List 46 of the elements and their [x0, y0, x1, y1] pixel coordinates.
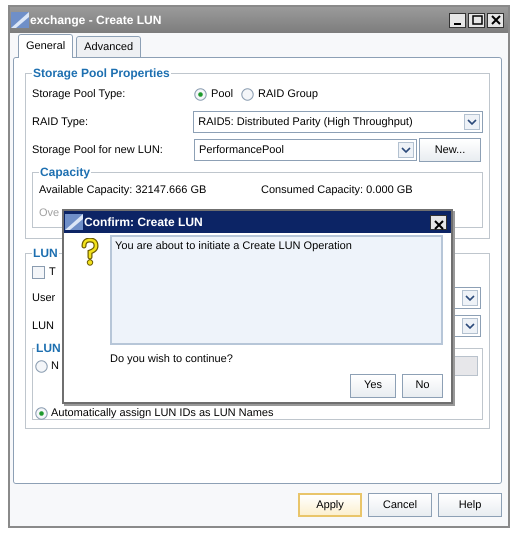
radio-button[interactable]: [241, 88, 254, 101]
group-title: Storage Pool Properties: [32, 67, 171, 80]
radio-button[interactable]: [194, 88, 207, 101]
field-label: RAID Type:: [32, 114, 90, 130]
prompt-text: Do you wish to continue?: [110, 352, 234, 367]
dialog-title: Confirm: Create LUN: [84, 214, 204, 231]
field-label: Ove: [39, 206, 60, 222]
field-label: Storage Pool for new LUN:: [32, 142, 164, 158]
group-title: LUN: [32, 247, 59, 260]
capacity-text: Available Capacity: 32147.666 GB: [39, 183, 208, 198]
app-icon: [10, 11, 30, 29]
combo-value: PerformancePool: [199, 142, 285, 158]
tab[interactable]: Advanced: [76, 36, 142, 57]
radio-button[interactable]: [35, 406, 48, 420]
dialog-button[interactable]: Cancel: [368, 493, 432, 517]
radio-label[interactable]: N: [51, 358, 59, 375]
raid-type-dropdown[interactable]: RAID5: Distributed Parity (High Throughput): [193, 111, 483, 134]
checkbox[interactable]: [32, 266, 45, 279]
radio-label[interactable]: Pool: [211, 86, 234, 102]
field-label: User: [32, 290, 56, 306]
dialog-button[interactable]: Apply: [298, 493, 362, 517]
checkbox-label[interactable]: T: [49, 264, 56, 280]
minimize-button[interactable]: [449, 12, 466, 28]
group-title: Capacity: [39, 166, 92, 180]
app-icon: [64, 213, 84, 231]
dialog-button[interactable]: Yes: [350, 374, 396, 398]
dialog-button[interactable]: Help: [438, 493, 502, 517]
capacity-text: Consumed Capacity: 0.000 GB: [261, 183, 413, 198]
radio-button[interactable]: [35, 360, 48, 373]
storage-pool-dropdown[interactable]: PerformancePool: [194, 139, 417, 162]
group-title: LUN: [35, 342, 62, 356]
close-button[interactable]: [487, 12, 504, 28]
dialog-button[interactable]: No: [402, 374, 443, 398]
field-label: LUN: [32, 318, 56, 334]
tab[interactable]: General: [18, 34, 74, 58]
close-button[interactable]: [430, 214, 447, 230]
combo-value: RAID5: Distributed Parity (High Throughput): [198, 114, 414, 130]
minimize-icon: [454, 22, 461, 24]
maximize-button[interactable]: [468, 12, 485, 28]
field-label: Storage Pool Type:: [32, 86, 126, 102]
question-icon: [80, 238, 100, 266]
new-button[interactable]: New...: [419, 138, 481, 162]
message-text: You are about to initiate a Create LUN Operation: [110, 235, 443, 345]
window-title: exchange - Create LUN: [30, 12, 162, 29]
radio-label[interactable]: Automatically assign LUN IDs as LUN Names: [51, 405, 274, 422]
radio-label[interactable]: RAID Group: [258, 86, 318, 102]
